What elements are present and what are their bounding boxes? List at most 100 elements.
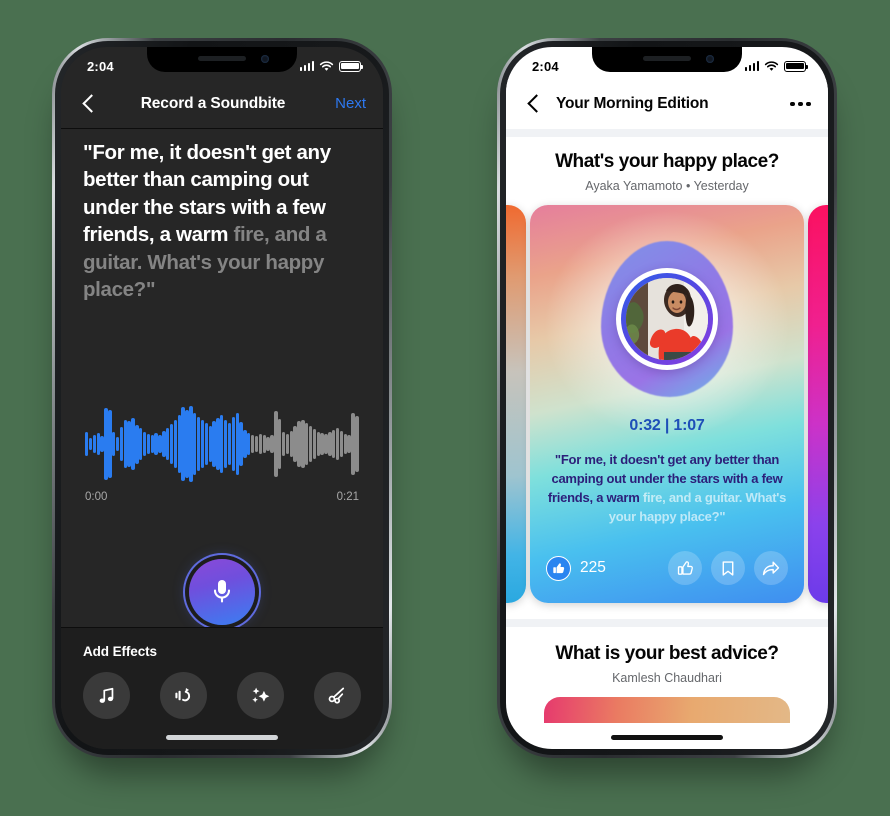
share-button[interactable] [754, 551, 788, 585]
post-header: What's your happy place? Ayaka Yamamoto … [506, 151, 828, 193]
avatar [626, 278, 708, 360]
waveform-bar [332, 429, 336, 459]
waveform-bar [173, 419, 178, 469]
record-button[interactable] [189, 559, 255, 625]
waveform-bar [146, 433, 151, 455]
waveform-bar [281, 432, 286, 456]
waveform-bar [85, 432, 89, 456]
next-button[interactable]: Next [326, 95, 366, 112]
share-arrow-icon [762, 561, 780, 575]
card-action-bar: 225 [546, 551, 788, 585]
waveform-bar [277, 419, 282, 469]
waveform-bar [254, 436, 259, 452]
waveform-bar [166, 428, 170, 460]
card-action-buttons [668, 551, 788, 585]
save-button[interactable] [711, 551, 745, 585]
effect-sound-button[interactable] [160, 672, 207, 719]
effects-title: Add Effects [83, 644, 157, 659]
notch [147, 47, 297, 72]
section-divider-2 [506, 619, 828, 627]
waveform-bar [355, 415, 359, 473]
left-navbar: Record a Soundbite Next [61, 79, 383, 129]
waveform-bar [223, 419, 228, 469]
status-time: 2:04 [87, 58, 114, 74]
screenshot-stage: 2:04 Record a Soundbite Next "For me, it… [0, 0, 890, 816]
waveform-bar [308, 426, 313, 462]
page-title: Record a Soundbite [140, 94, 286, 112]
waveform-bar [196, 416, 201, 472]
front-camera-icon [706, 55, 714, 63]
cellular-bars-icon [299, 61, 314, 71]
home-indicator[interactable] [166, 735, 278, 740]
waveform-bar [204, 422, 209, 466]
waveform-bar [112, 432, 116, 456]
waveform-bar [139, 427, 143, 461]
status-icons [299, 60, 364, 72]
like-button[interactable] [668, 551, 702, 585]
waveform-bar [115, 436, 120, 452]
front-camera-icon [261, 55, 269, 63]
avatar-orb [601, 241, 733, 397]
waveform-end-time: 0:21 [336, 491, 359, 503]
music-note-icon [99, 687, 113, 703]
waveform[interactable] [85, 405, 359, 483]
next-post-author: Kamlesh Chaudhari [612, 671, 722, 685]
waveform-times: 0:00 0:21 [85, 491, 359, 503]
waveform-bar [200, 419, 205, 469]
status-icons [744, 60, 809, 72]
post-title: What's your happy place? [555, 151, 779, 172]
waveform-bar [274, 411, 278, 477]
effect-sparkles-button[interactable] [237, 672, 284, 719]
next-post-card-peek[interactable] [544, 697, 790, 723]
waveform-bar [88, 437, 93, 451]
battery-icon [784, 60, 809, 72]
waveform-bar [250, 434, 255, 454]
effect-trim-button[interactable] [314, 672, 361, 719]
effects-panel: Add Effects [61, 627, 383, 749]
waveform-bar [335, 427, 340, 461]
more-horizontal-icon[interactable] [790, 101, 811, 107]
next-post-header[interactable]: What is your best advice? Kamlesh Chaudh… [506, 643, 828, 685]
carousel-card-previous[interactable] [506, 205, 526, 603]
left-phone-device: 2:04 Record a Soundbite Next "For me, it… [52, 38, 392, 774]
waveform-bar [339, 430, 344, 458]
right-phone-device: 2:04 Your Morning Edition What's your ha… [497, 38, 837, 774]
earpiece-speaker [643, 56, 691, 61]
user-avatar-photo [626, 278, 708, 360]
waveform-bar [247, 433, 251, 455]
effects-row [83, 672, 361, 719]
waveform-bar [220, 415, 224, 473]
microphone-icon [213, 580, 231, 603]
waveform-bar [92, 435, 97, 453]
next-post-title: What is your best advice? [555, 643, 779, 664]
transcript-text: "For me, it doesn't get any better than … [83, 139, 361, 304]
sound-effect-icon [175, 688, 191, 702]
left-phone-screen: 2:04 Record a Soundbite Next "For me, it… [61, 47, 383, 749]
waveform-bar [312, 429, 317, 459]
earpiece-speaker [198, 56, 246, 61]
like-summary[interactable]: 225 [546, 555, 606, 581]
page-title: Your Morning Edition [556, 95, 709, 112]
back-button[interactable] [78, 93, 100, 115]
thumbs-up-filled-icon [546, 555, 571, 581]
battery-icon [339, 60, 364, 72]
back-button[interactable] [523, 93, 545, 115]
wifi-icon [764, 60, 779, 71]
right-phone-screen: 2:04 Your Morning Edition What's your ha… [506, 47, 828, 749]
waveform-bar [227, 422, 232, 466]
thumbs-up-icon [677, 560, 693, 575]
home-indicator[interactable] [611, 735, 723, 740]
status-time: 2:04 [532, 58, 559, 74]
effect-music-button[interactable] [83, 672, 130, 719]
waveform-bar [258, 433, 263, 455]
bookmark-icon [722, 560, 734, 576]
carousel-card-next[interactable] [808, 205, 828, 603]
cellular-bars-icon [744, 61, 759, 71]
right-navbar: Your Morning Edition [506, 79, 828, 129]
like-count: 225 [580, 559, 606, 576]
section-divider [506, 129, 828, 137]
post-meta: Ayaka Yamamoto • Yesterday [585, 179, 749, 193]
waveform-bar [285, 433, 290, 455]
waveform-bar [119, 426, 124, 462]
soundbite-card[interactable]: 0:32 | 1:07 "For me, it doesn't get any … [530, 205, 804, 603]
